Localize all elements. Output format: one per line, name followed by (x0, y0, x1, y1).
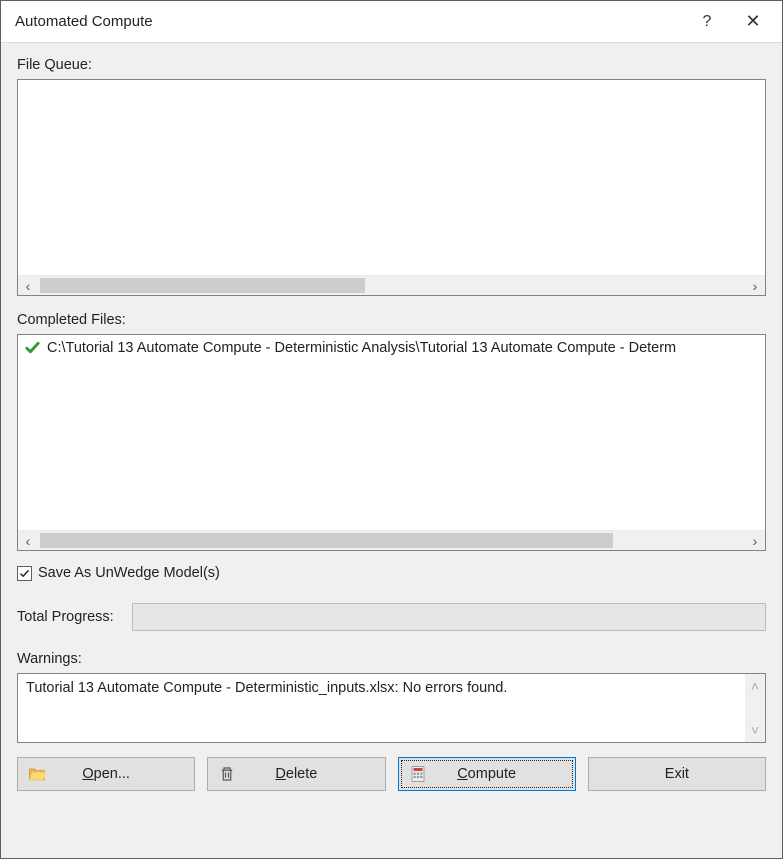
help-button[interactable]: ? (684, 2, 730, 42)
open-button-label: Open... (82, 766, 130, 782)
completed-files-hscroll[interactable]: ‹ › (18, 530, 765, 550)
checkmark-icon (24, 339, 41, 356)
scroll-right-icon[interactable]: › (745, 276, 765, 295)
exit-button-label: Exit (665, 766, 689, 782)
folder-icon (26, 763, 48, 785)
completed-files-list[interactable]: C:\Tutorial 13 Automate Compute - Determ… (17, 334, 766, 551)
scroll-thumb[interactable] (40, 278, 365, 293)
completed-files-items: C:\Tutorial 13 Automate Compute - Determ… (18, 335, 765, 530)
file-queue-items (18, 80, 765, 275)
scroll-up-icon[interactable]: ˄ (751, 678, 759, 694)
file-queue-hscroll[interactable]: ‹ › (18, 275, 765, 295)
completed-files-label: Completed Files: (17, 312, 766, 328)
window-title: Automated Compute (15, 13, 684, 30)
calculator-icon (407, 763, 429, 785)
scroll-down-icon[interactable]: ˅ (751, 722, 759, 738)
total-progress-row: Total Progress: (17, 603, 766, 631)
compute-button[interactable]: Compute (398, 757, 576, 791)
list-item[interactable]: C:\Tutorial 13 Automate Compute - Determ… (22, 337, 761, 356)
delete-button-label: Delete (275, 766, 317, 782)
close-icon: ✕ (745, 11, 760, 32)
client-area: File Queue: ‹ › Completed Files: C:\Tuto… (1, 43, 782, 858)
checkbox-icon (17, 566, 32, 581)
scroll-left-icon[interactable]: ‹ (18, 531, 38, 550)
warnings-label: Warnings: (17, 651, 766, 667)
scroll-left-icon[interactable]: ‹ (18, 276, 38, 295)
warnings-vscroll[interactable]: ˄ ˅ (745, 674, 765, 742)
close-button[interactable]: ✕ (730, 2, 776, 42)
file-queue-label: File Queue: (17, 57, 766, 73)
completed-file-path: C:\Tutorial 13 Automate Compute - Determ… (47, 340, 676, 356)
delete-button[interactable]: Delete (207, 757, 385, 791)
total-progress-label: Total Progress: (17, 609, 114, 625)
open-button[interactable]: Open... (17, 757, 195, 791)
scroll-track[interactable] (38, 276, 745, 295)
scroll-thumb[interactable] (40, 533, 613, 548)
exit-button[interactable]: Exit (588, 757, 766, 791)
trash-icon (216, 763, 238, 785)
button-row: Open... Delete (17, 757, 766, 791)
warnings-box: Tutorial 13 Automate Compute - Determini… (17, 673, 766, 743)
titlebar: Automated Compute ? ✕ (1, 1, 782, 43)
help-icon: ? (703, 13, 712, 31)
save-as-unwedge-label: Save As UnWedge Model(s) (38, 565, 220, 581)
save-as-unwedge-checkbox[interactable]: Save As UnWedge Model(s) (17, 565, 766, 581)
compute-button-label: Compute (457, 766, 516, 782)
scroll-right-icon[interactable]: › (745, 531, 765, 550)
scroll-track[interactable] (38, 531, 745, 550)
file-queue-list[interactable]: ‹ › (17, 79, 766, 296)
total-progress-bar (132, 603, 766, 631)
warnings-text: Tutorial 13 Automate Compute - Determini… (18, 674, 745, 742)
dialog-window: Automated Compute ? ✕ File Queue: ‹ › Co… (0, 0, 783, 859)
